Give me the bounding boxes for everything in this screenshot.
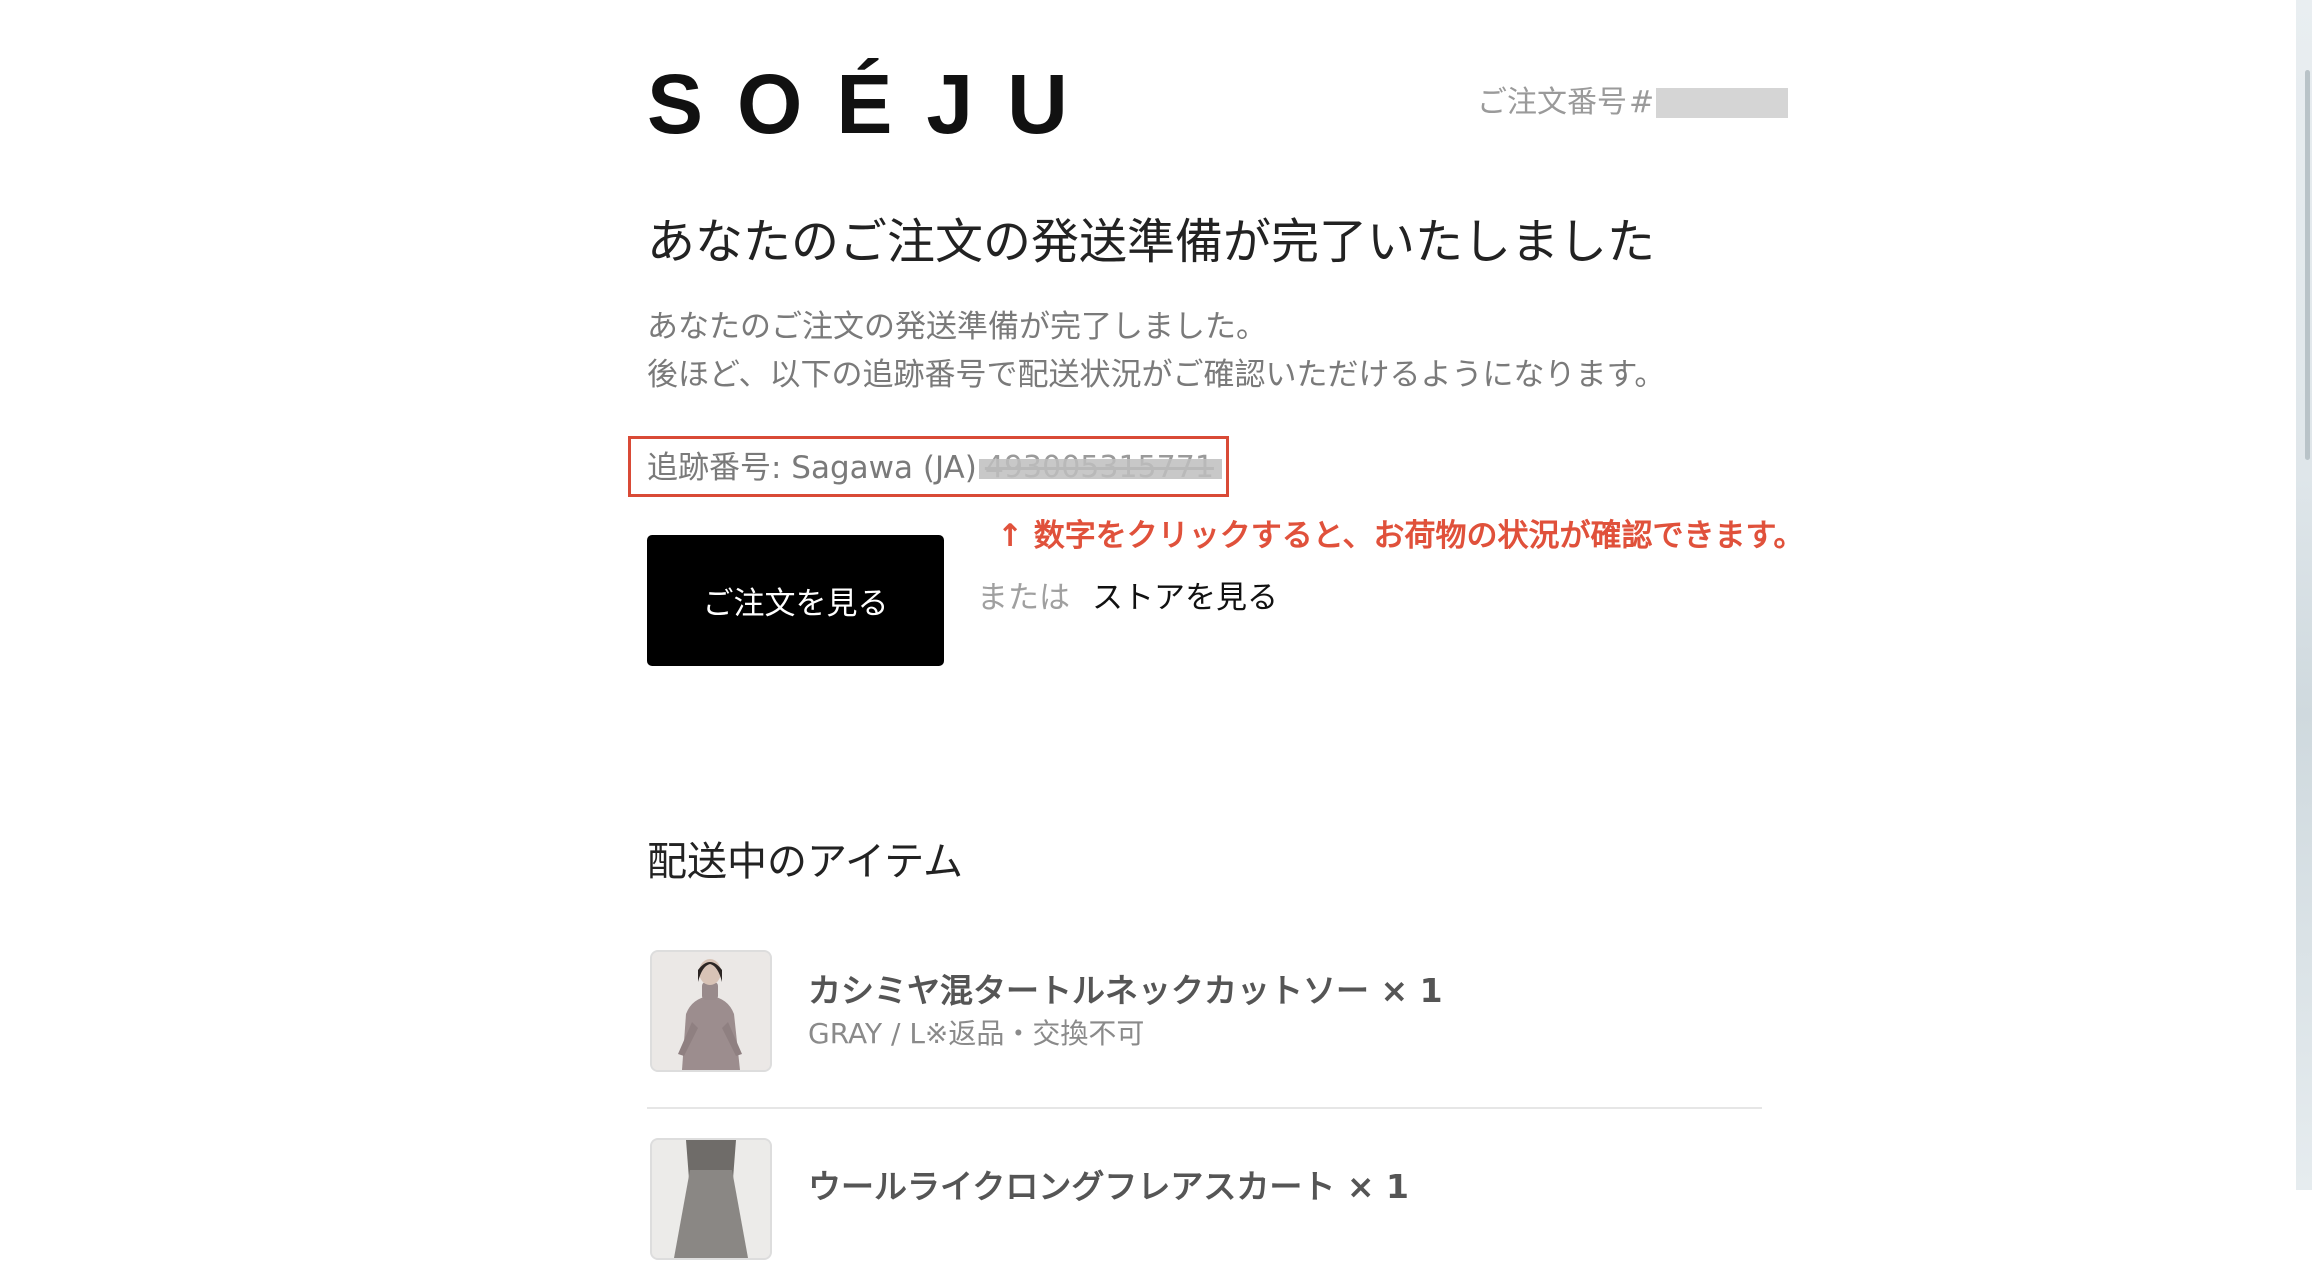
skirt-photo: [652, 1140, 770, 1258]
item-name[interactable]: ウールライクロングフレアスカート × 1: [808, 1166, 1409, 1208]
tracking-number-link[interactable]: 493005315771: [978, 448, 1222, 488]
description: あなたのご注文の発送準備が完了しました。 後ほど、以下の追跡番号で配送状況がご確…: [647, 303, 1665, 399]
view-order-button[interactable]: ご注文を見る: [647, 535, 944, 666]
list-item: ウールライクロングフレアスカート × 1: [647, 1138, 1762, 1278]
woman-gray-turtleneck-photo: [652, 952, 770, 1070]
description-line-1: あなたのご注文の発送準備が完了しました。: [647, 309, 1267, 345]
tracking-label: 追跡番号: Sagawa (JA): [647, 450, 977, 486]
product-thumbnail[interactable]: [650, 1138, 772, 1260]
item-name[interactable]: カシミヤ混タートルネックカットソー × 1: [808, 970, 1443, 1012]
product-thumbnail[interactable]: [650, 950, 772, 1072]
order-number-redacted: [1656, 88, 1789, 118]
or-text: または: [977, 580, 1070, 616]
list-item: カシミヤ混タートルネックカットソー × 1 GRAY / L※返品・交換不可: [647, 950, 1762, 1090]
item-variant: GRAY / L※返品・交換不可: [808, 1017, 1145, 1050]
scrollbar[interactable]: [2305, 70, 2310, 460]
description-line-2: 後ほど、以下の追跡番号で配送状況がご確認いただけるようになります。: [647, 357, 1666, 393]
divider: [647, 1107, 1762, 1109]
items-section-title: 配送中のアイテム: [647, 839, 963, 885]
view-store-link[interactable]: ストアを見る: [1092, 578, 1278, 618]
email-content: SOÉJU ご注文番号 # あなたのご注文の発送準備が完了いたしました あなたの…: [628, 0, 1837, 1260]
page-title: あなたのご注文の発送準備が完了いたしました: [647, 214, 1656, 270]
order-number-label: ご注文番号: [1477, 85, 1627, 120]
order-number: ご注文番号 #: [1477, 84, 1789, 122]
annotation-note: ↑ 数字をクリックすると、お荷物の状況が確認できます。: [997, 518, 1805, 554]
order-number-prefix: #: [1629, 85, 1655, 120]
tracking-info: 追跡番号: Sagawa (JA) 493005315771: [647, 448, 1222, 488]
brand-logo[interactable]: SOÉJU: [647, 56, 1102, 152]
